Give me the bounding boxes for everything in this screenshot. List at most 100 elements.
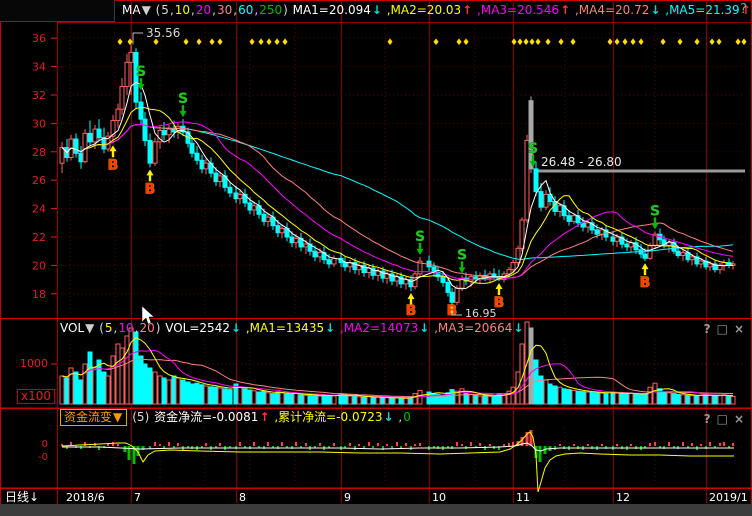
fund-zero-label: 0 (28, 440, 48, 450)
volume-bar (381, 398, 385, 404)
price-range-label: 26.48 - 26.80 (541, 155, 622, 169)
candle (120, 86, 124, 109)
fund-pane-close-icon[interactable]: × (734, 412, 744, 426)
volume-bar (139, 356, 143, 404)
volume-bar (718, 396, 722, 404)
candle (327, 260, 331, 264)
volume-bar (74, 372, 78, 404)
candle (248, 203, 252, 210)
volume-bar (304, 395, 308, 404)
fund-bar (419, 443, 421, 446)
volume-bar (576, 391, 580, 404)
fund-bar (630, 444, 632, 446)
fund-bar (349, 443, 351, 446)
candle (520, 220, 524, 248)
candle (718, 265, 722, 269)
buy-marker: B (640, 275, 651, 291)
fund-indicator-selector[interactable]: 资金流变▼ (60, 409, 127, 426)
fund-bar (682, 442, 684, 446)
volume-bar (60, 376, 64, 404)
candle (153, 142, 157, 163)
volume-bar (79, 380, 83, 404)
volume-bar (186, 382, 190, 404)
buy-marker: B (145, 181, 156, 197)
volume-bar (590, 392, 594, 404)
buy-arrow-icon (147, 169, 154, 181)
candle (586, 223, 590, 227)
volume-pane-close-icon[interactable]: × (734, 322, 744, 336)
volume-bar (604, 394, 608, 404)
volume-bar (727, 396, 731, 404)
volume-pane-help-icon[interactable]: ? (704, 322, 711, 336)
volume-bar (686, 395, 690, 404)
fund-bar (400, 446, 402, 448)
volume-bar (97, 360, 101, 404)
candle (200, 160, 204, 169)
volume-bar (353, 396, 357, 404)
fund-bar (205, 443, 207, 446)
fund-pane-help-icon[interactable]: ? (704, 412, 711, 426)
volume-bar (248, 390, 252, 404)
fund-flow-indicator-header: 资金流变▼(5) 资金净流=-0.0081↑ ,累计净流=-0.0723↓ ,0 (60, 411, 413, 423)
volume-bar (558, 387, 562, 404)
sell-marker: S (528, 141, 538, 157)
candle (294, 238, 298, 242)
event-diamond-icon: ♦ (534, 38, 542, 48)
volume-bar (218, 388, 222, 404)
fund-bar (587, 444, 589, 446)
candle (595, 230, 599, 234)
ma-indicator-value: 60 (238, 3, 253, 17)
fund-bar (112, 442, 114, 446)
help-icon[interactable]: ? (740, 3, 747, 16)
candle (195, 153, 199, 160)
volume-bar (327, 396, 331, 404)
fund-bar (117, 444, 119, 446)
ma-indicator-value: , (254, 3, 258, 17)
volume-bar (243, 389, 247, 404)
volume-bar (228, 390, 232, 404)
symbol-cell[interactable] (0, 0, 115, 22)
candle (97, 129, 101, 138)
volume-indicator-selector[interactable]: VOL (60, 321, 84, 335)
fund-bar (414, 444, 416, 446)
x-axis-label: 9 (344, 491, 351, 504)
ma-indicator-selector[interactable]: MA (122, 3, 141, 17)
volume-bar (690, 396, 694, 404)
period-selector[interactable]: 日线↓ (5, 491, 39, 503)
volume-pane-maximize-icon[interactable]: □ (717, 322, 728, 336)
fund-cumulative-line (62, 432, 734, 492)
period-down-arrow-icon: ↓ (29, 490, 39, 504)
ma-indicator-value: , (170, 3, 174, 17)
volume-bar (699, 395, 703, 404)
volume-bar (600, 393, 604, 404)
fund-bar (377, 443, 379, 446)
volume-unit-label: x100 (17, 389, 55, 404)
volume-indicator-header: VOL▼ (5,10,20) VOL=2542↓ ,MA1=13435↓ ,MA… (60, 322, 524, 334)
fund-pane-maximize-icon[interactable]: □ (717, 412, 728, 426)
event-diamond-icon: ♦ (462, 38, 470, 48)
ma-indicator-value: ,MA4=20.72 (571, 3, 649, 17)
volume-indicator-value: ,MA1=13435 (242, 321, 324, 335)
ma-indicator-selector[interactable]: ▼ (142, 3, 151, 17)
volume-bar (469, 394, 473, 404)
fund-bar (219, 443, 221, 446)
candle (681, 253, 685, 256)
x-axis-label: 7 (134, 491, 141, 504)
sell-marker: S (415, 229, 425, 245)
volume-bar (195, 383, 199, 404)
x-axis-label: 11 (516, 491, 530, 504)
fund-bar (508, 443, 510, 446)
candle (252, 206, 256, 210)
volume-bar (252, 391, 256, 404)
sell-marker: S (457, 247, 467, 263)
volume-bar (271, 394, 275, 404)
fund-indicator-value: 资金净流=-0.0081 (154, 410, 258, 424)
ma-line-30 (62, 124, 733, 278)
candle (228, 187, 232, 193)
volume-indicator-selector[interactable]: ▼ (85, 321, 94, 335)
fund-bar-major (124, 446, 127, 452)
fund-bar (649, 443, 651, 446)
period-label: 日线 (5, 490, 29, 504)
volume-bar (450, 390, 454, 404)
candle (266, 217, 270, 221)
